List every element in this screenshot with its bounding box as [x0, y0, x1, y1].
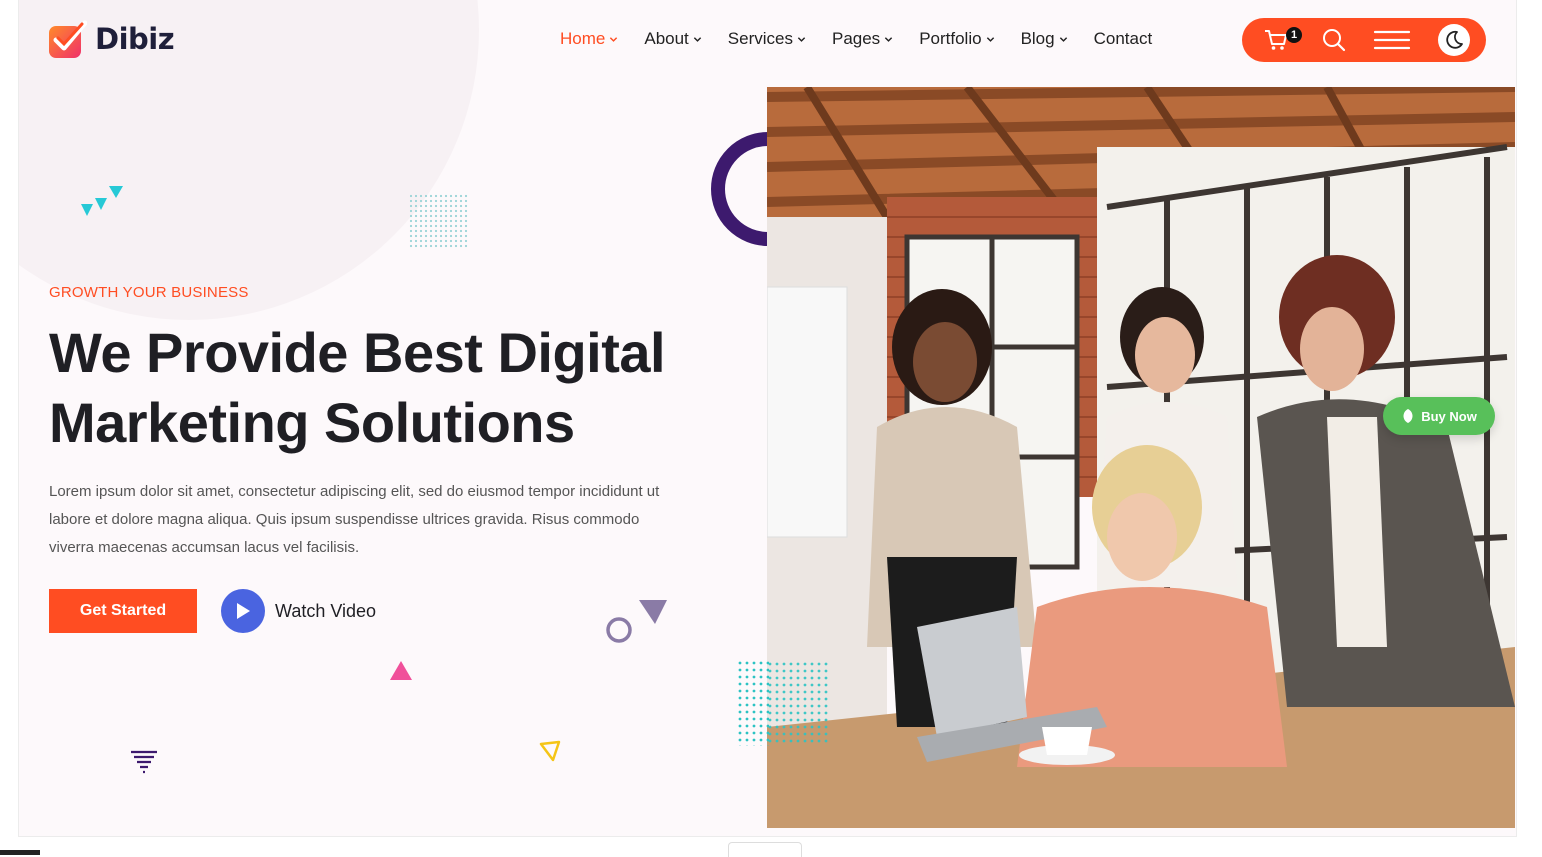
chevron-down-icon [885, 36, 893, 42]
buy-now-label: Buy Now [1421, 408, 1477, 424]
leaf-icon [1403, 409, 1413, 423]
hero-photo [767, 87, 1515, 828]
hero-eyebrow: GROWTH YOUR BUSINESS [49, 284, 249, 301]
dark-mode-toggle[interactable] [1432, 18, 1476, 62]
chevron-down-icon [610, 36, 618, 42]
office-team-photo [767, 87, 1515, 828]
main-nav: Home About Services Pages Portfolio Blog… [560, 28, 1178, 50]
get-started-button[interactable]: Get Started [49, 589, 197, 633]
chevron-down-icon [1059, 36, 1067, 42]
nav-about[interactable]: About [644, 29, 701, 49]
nav-about-label: About [644, 29, 689, 48]
pink-triangle-decoration-icon [390, 661, 412, 680]
nav-services-label: Services [727, 29, 793, 48]
play-icon [237, 603, 250, 619]
nav-services[interactable]: Services [728, 29, 806, 49]
cart-icon [1265, 30, 1287, 50]
hero-title-line1: We Provide Best Digital [49, 321, 666, 384]
yellow-triangle-decoration-icon [539, 740, 561, 762]
dot-grid-decoration-icon [409, 194, 469, 248]
nav-pages[interactable]: Pages [832, 29, 893, 49]
watch-video-label: Watch Video [275, 600, 377, 621]
nav-portfolio[interactable]: Portfolio [919, 29, 994, 49]
chevron-down-icon [693, 36, 701, 42]
bottom-left-bar [0, 850, 40, 855]
teal-dot-grid-decoration-icon [737, 660, 769, 746]
hero-paragraph: Lorem ipsum dolor sit amet, consectetur … [49, 483, 660, 556]
moon-button-circle [1438, 24, 1470, 56]
menu-icon [1373, 30, 1411, 50]
nav-home[interactable]: Home [560, 29, 618, 49]
hero-title: We Provide Best Digital Marketing Soluti… [49, 318, 749, 458]
triangles-decoration-icon [81, 186, 123, 216]
nav-contact[interactable]: Contact [1094, 29, 1153, 49]
menu-button[interactable] [1368, 18, 1416, 62]
nav-blog[interactable]: Blog [1021, 29, 1068, 49]
moon-icon [1446, 30, 1463, 49]
search-button[interactable] [1312, 18, 1356, 62]
nav-pages-label: Pages [831, 29, 881, 48]
page: Dibiz Home About Services Pages Portfoli… [18, 0, 1517, 837]
search-icon [1323, 29, 1346, 52]
header-toolbar: 1 [1242, 18, 1486, 62]
logo-mark-icon [49, 20, 87, 58]
circle-triangle-decoration-icon [606, 600, 667, 643]
cart-count-badge: 1 [1286, 27, 1302, 43]
striped-triangle-decoration-icon [131, 750, 157, 774]
play-button[interactable] [221, 589, 265, 633]
nav-blog-label: Blog [1020, 29, 1055, 48]
chevron-down-icon [797, 36, 806, 42]
nav-contact-label: Contact [1093, 29, 1153, 48]
logo[interactable]: Dibiz [49, 20, 175, 58]
nav-home-label: Home [560, 29, 606, 48]
cart-button[interactable]: 1 [1254, 18, 1302, 62]
brand-name: Dibiz [95, 22, 175, 56]
chevron-down-icon [986, 36, 994, 42]
buy-now-button[interactable]: Buy Now [1383, 397, 1495, 435]
hero-title-line2: Marketing Solutions [49, 391, 575, 454]
nav-portfolio-label: Portfolio [919, 29, 982, 48]
watch-video-button[interactable]: Watch Video [221, 589, 376, 633]
